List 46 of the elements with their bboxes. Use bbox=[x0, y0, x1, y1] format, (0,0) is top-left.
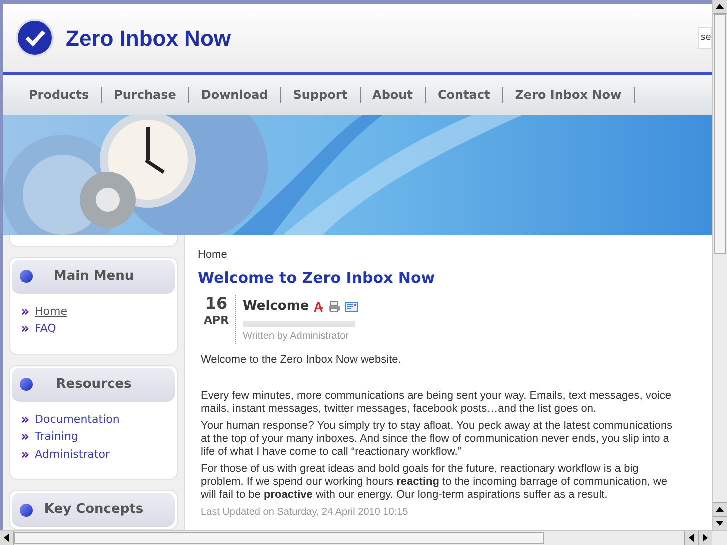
date-day: 16 bbox=[205, 295, 228, 313]
nav-link[interactable]: About bbox=[360, 87, 426, 103]
chevron-icon bbox=[22, 308, 29, 315]
module-title: Main Menu bbox=[52, 268, 136, 286]
paragraph: Your human response? You simply try to stay afloat. You peck away at the latest communications at the top of your many inboxes. And since the flow of communication never ends, you slip into a life of what I have come to call “reactionary workflow.” bbox=[201, 420, 674, 458]
left-arrow-icon[interactable] bbox=[4, 534, 9, 542]
horizontal-scrollbar[interactable] bbox=[0, 530, 727, 545]
bullet-icon bbox=[20, 270, 33, 283]
chevron-icon bbox=[22, 326, 29, 332]
nav-link[interactable]: Support bbox=[281, 87, 361, 103]
nav-link[interactable]: Zero Inbox Now bbox=[503, 87, 635, 103]
bullet-icon bbox=[20, 504, 33, 516]
printer-icon[interactable] bbox=[328, 300, 342, 313]
byline: Written by Administrator bbox=[243, 330, 350, 344]
vertical-scrollbar[interactable] bbox=[712, 0, 727, 530]
article-title: Welcome bbox=[243, 298, 310, 316]
scroll-thumb[interactable] bbox=[714, 14, 726, 254]
menu-link[interactable]: Documentation bbox=[35, 412, 120, 428]
date-month: APR bbox=[204, 313, 230, 329]
page-heading: Welcome to Zero Inbox Now bbox=[198, 268, 436, 288]
chevron-icon bbox=[22, 434, 29, 440]
bullet-icon bbox=[20, 378, 33, 391]
up-arrow-icon[interactable] bbox=[716, 4, 724, 9]
breadcrumb[interactable]: Home bbox=[198, 247, 678, 264]
menu-link[interactable]: Home bbox=[35, 304, 68, 320]
paragraph: Welcome to the Zero Inbox Now website. bbox=[201, 354, 402, 366]
nav-link[interactable]: Contact bbox=[426, 87, 504, 103]
search-field[interactable]: se bbox=[698, 27, 712, 49]
site-title: Zero Inbox Now bbox=[66, 24, 231, 52]
menu-link[interactable]: FAQ bbox=[35, 321, 56, 338]
nav-link[interactable]: Products bbox=[17, 87, 102, 103]
last-updated: Last Updated on Saturday, 24 April 2010 10:15 bbox=[201, 506, 410, 518]
email-icon[interactable] bbox=[345, 302, 358, 312]
module-title: Key Concepts bbox=[43, 501, 145, 520]
chevron-icon bbox=[22, 452, 29, 458]
nav-link[interactable]: Download bbox=[189, 87, 282, 103]
module-title: Resources bbox=[55, 376, 133, 394]
chevron-icon bbox=[22, 416, 29, 423]
paragraph: For those of us with great ideas and bold goals for the future, reactionary workflow is a big problem. If we spend our working hours reacting to the incoming barrage of communication, we will fail to be proactive with our energy. Our long-term aspirations suffer as a result. bbox=[201, 462, 669, 502]
paragraph: Every few minutes, more communications are being sent your way. Emails, text messages, voice mails, instant messages, twitter messages, facebook posts…and the list goes on. bbox=[201, 390, 673, 416]
menu-link[interactable]: Training bbox=[35, 429, 78, 446]
scroll-thumb[interactable] bbox=[14, 532, 544, 544]
menu-link[interactable]: Administrator bbox=[35, 446, 110, 463]
logo-icon bbox=[16, 19, 54, 57]
pdf-icon[interactable] bbox=[313, 300, 324, 313]
nav-link[interactable]: Purchase bbox=[102, 87, 190, 103]
